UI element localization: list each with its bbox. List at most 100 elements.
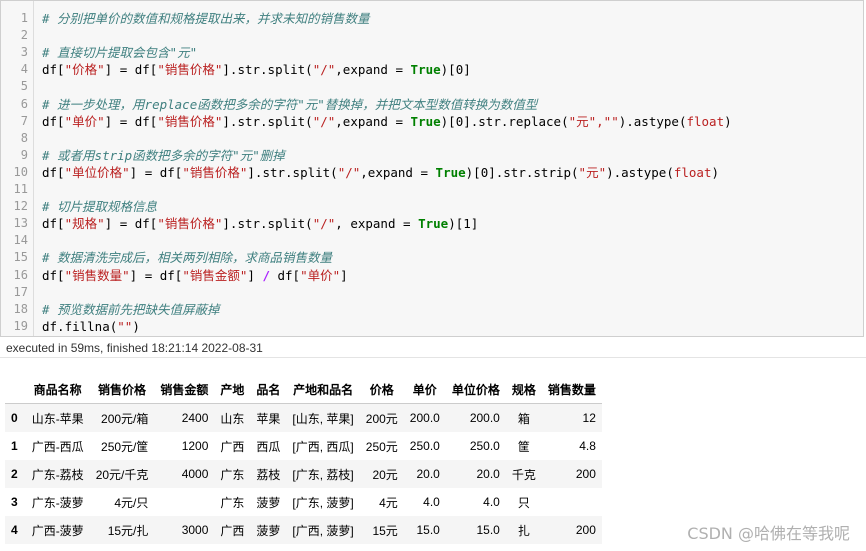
table-cell: [广西, 西瓜]	[292, 439, 354, 454]
line-number: 9	[20, 147, 28, 162]
code-comment: # 直接切片提取会包含"元"	[42, 45, 198, 61]
code-token: ,expand =	[335, 113, 411, 129]
line-number: 17	[13, 284, 28, 299]
line-number: 13	[13, 216, 28, 231]
code-token: ] = df[	[129, 164, 183, 180]
table-cell: 200元	[365, 411, 398, 426]
table-cell: 扎	[517, 523, 530, 538]
code-string: float	[686, 113, 725, 129]
line-number: 16	[13, 267, 28, 282]
table-cell: 菠萝	[256, 523, 281, 538]
column-header: 商品名称	[25, 375, 90, 404]
code-line: df.fillna("")	[42, 318, 140, 335]
code-token: ).astype(	[618, 113, 687, 129]
code-string: "/"	[312, 216, 336, 232]
code-cell[interactable]: 1 2 3 4 5 6 7 8 9 10 11 12 13 14 15 16 17 18 19 # 分别把单价的数值…	[0, 0, 864, 337]
code-token: df[	[42, 113, 65, 129]
code-line: # 直接切片提取会包含"元"	[42, 44, 197, 61]
code-keyword: True	[418, 216, 449, 232]
code-string: "/"	[312, 113, 336, 129]
table-cell: [山东, 苹果]	[292, 411, 354, 426]
table-row: 1 广西-西瓜 250元/筐 1200 广西 西瓜 [广西, 西瓜] 250元 250.0 250…	[5, 432, 602, 460]
column-header: 产地	[214, 375, 251, 404]
code-token: )[0].str.strip(	[465, 164, 579, 180]
table-cell: 4000	[181, 467, 209, 481]
column-header: 价格	[359, 375, 404, 404]
table-cell: 20.0	[476, 467, 500, 481]
table-cell: 200.0	[409, 411, 440, 425]
code-token: )[1]	[448, 216, 479, 232]
code-comment: # 或者用strip函数把多余的字符"元"删掉	[42, 147, 285, 163]
code-token: )[0].str.replace(	[440, 113, 569, 129]
table-cell: 250.0	[469, 439, 500, 453]
code-comment: # 预览数据前先把缺失值屏蔽掉	[42, 301, 220, 317]
code-line: df["价格"] = df["销售价格"].str.split("/",expa…	[42, 61, 471, 78]
code-token: ].str.split(	[247, 164, 338, 180]
dataframe-output: 商品名称 销售价格 销售金额 产地 品名 产地和品名 价格 单价 单位价格 规格 销售数量 0 山东-…	[5, 375, 602, 544]
code-line: df["销售数量"] = df["销售金额"] / df["单价"]	[42, 267, 348, 284]
code-token: ] = df[	[129, 267, 183, 283]
table-cell: 4.0	[423, 495, 440, 509]
column-header: 销售价格	[89, 375, 155, 404]
table-cell: 250元/筐	[101, 439, 149, 454]
code-keyword: True	[410, 62, 441, 78]
code-token: df[	[42, 164, 65, 180]
table-cell: 4.0	[483, 495, 500, 509]
table-cell: 广西-西瓜	[31, 439, 84, 454]
code-token: ] = df[	[104, 216, 158, 232]
code-comment: # 切片提取规格信息	[42, 199, 158, 215]
table-cell: 山东	[220, 411, 245, 426]
table-cell: 250元	[365, 439, 398, 454]
column-header: 规格	[505, 375, 542, 404]
code-token: df.fillna(	[42, 318, 118, 334]
code-string: float	[673, 164, 712, 180]
code-string: "销售价格"	[157, 216, 223, 232]
code-line: df["单价"] = df["销售价格"].str.split("/",expa…	[42, 113, 732, 130]
code-token: )	[711, 164, 720, 180]
table-cell	[154, 488, 214, 516]
table-row: 4 广西-菠萝 15元/扎 3000 广西 菠萝 [广西, 菠萝] 15元 15.0 15.0 扎 2…	[5, 516, 602, 544]
code-token: ] = df[	[104, 113, 158, 129]
column-header: 销售数量	[541, 375, 602, 404]
code-comment: # 数据清洗完成后，相关两列相除，求商品销售数量	[42, 250, 333, 266]
code-string: "元",""	[568, 113, 619, 129]
code-line: df["规格"] = df["销售价格"].str.split("/", exp…	[42, 215, 478, 232]
line-number: 18	[13, 301, 28, 316]
code-token: ] = df[	[104, 62, 158, 78]
table-cell	[542, 488, 602, 516]
table-cell: 只	[517, 495, 530, 510]
table-cell: 广东	[220, 495, 245, 510]
table-cell: 15.0	[476, 523, 500, 537]
table-cell: 广东-菠萝	[31, 495, 84, 510]
table-header-row: 商品名称 销售价格 销售金额 产地 品名 产地和品名 价格 单价 单位价格 规格 销售数量	[5, 375, 602, 404]
code-string: "销售金额"	[182, 267, 248, 283]
table-cell: 千克	[511, 467, 536, 482]
code-token: , expand =	[335, 216, 419, 232]
table-cell: 1200	[181, 439, 209, 453]
code-comment: # 分别把单价的数值和规格提取出来，并求未知的销售数量	[42, 11, 370, 26]
table-cell: 广东	[220, 467, 245, 482]
table-cell: 荔枝	[256, 467, 281, 482]
line-number: 7	[20, 113, 28, 128]
table-cell: 山东-苹果	[31, 411, 84, 426]
table-cell: 菠萝	[256, 495, 281, 510]
table-cell: 20元	[372, 467, 398, 482]
line-number: 2	[20, 28, 28, 43]
table-cell: 15元/扎	[107, 523, 149, 538]
code-operator: /	[262, 267, 270, 283]
table-cell: 西瓜	[256, 439, 281, 454]
column-header: 单位价格	[445, 375, 506, 404]
column-header: 品名	[250, 375, 287, 404]
code-token: ,expand =	[360, 164, 436, 180]
code-string: "/"	[337, 164, 361, 180]
table-cell: 200	[575, 523, 596, 537]
table-cell: 广西	[220, 439, 245, 454]
table-cell: 12	[582, 411, 596, 425]
column-header: 销售金额	[154, 375, 215, 404]
table-cell: 200元/箱	[101, 411, 149, 426]
line-number: 6	[20, 96, 28, 111]
table-cell: 4元/只	[114, 495, 149, 510]
line-number: 15	[13, 250, 28, 265]
table-cell: 2400	[181, 411, 209, 425]
code-string: "单价"	[64, 113, 105, 129]
